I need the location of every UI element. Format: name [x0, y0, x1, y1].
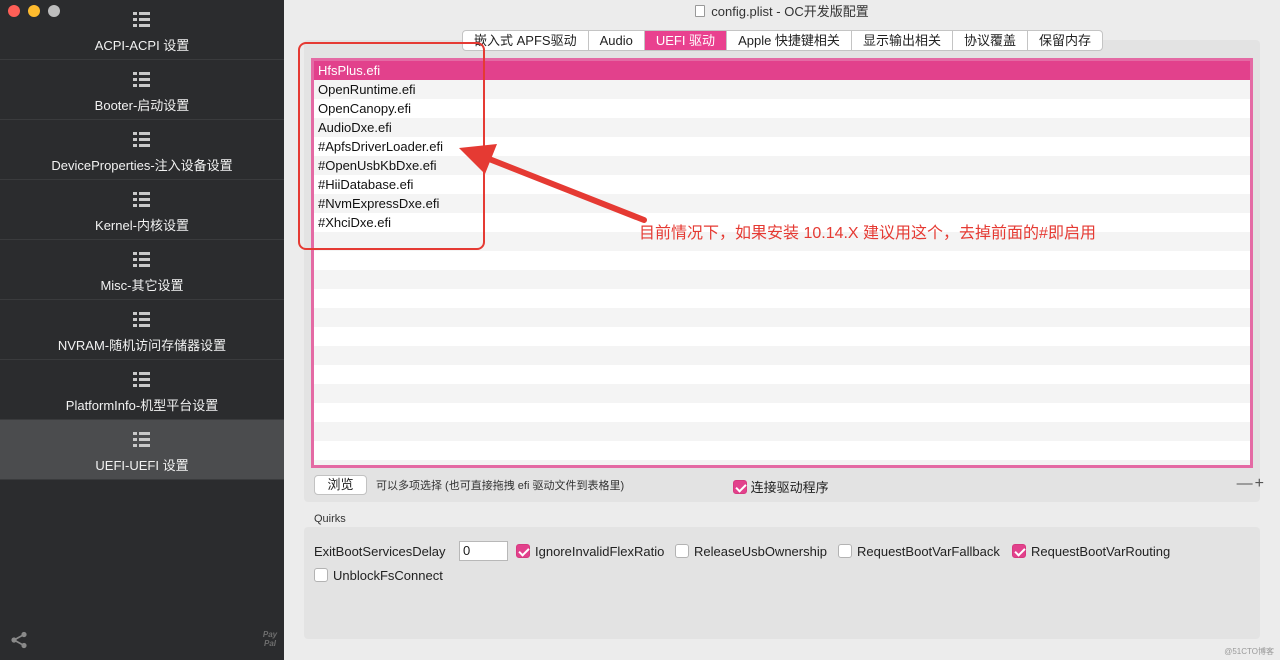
sidebar-item-label: Misc-其它设置	[100, 278, 184, 293]
tab-uefi-drivers[interactable]: UEFI 驱动	[644, 31, 728, 50]
browse-button[interactable]: 浏览	[314, 475, 367, 495]
request-boot-var-fallback-checkbox[interactable]: RequestBootVarFallback	[838, 544, 1000, 559]
checkbox-checked[interactable]	[733, 480, 747, 494]
sidebar-item-label: NVRAM-随机访问存储器设置	[57, 338, 227, 353]
table-row-empty[interactable]	[314, 308, 1250, 327]
table-row-empty[interactable]	[314, 384, 1250, 403]
sidebar-item-label: PlatformInfo-机型平台设置	[65, 398, 219, 413]
checkbox-unchecked[interactable]	[838, 544, 852, 558]
sidebar-item-label: DeviceProperties-注入设备设置	[51, 158, 233, 173]
exit-boot-services-delay-input[interactable]: 0	[459, 541, 508, 561]
table-row-empty[interactable]	[314, 251, 1250, 270]
table-row-empty[interactable]	[314, 403, 1250, 422]
sidebar-item-kernel[interactable]: Kernel-内核设置	[0, 180, 284, 240]
paypal-icon[interactable]: Pay Pal	[256, 630, 284, 648]
sidebar-item-label: UEFI-UEFI 设置	[95, 458, 189, 473]
list-icon	[133, 132, 150, 147]
tab-protocol-overrides[interactable]: 协议覆盖	[953, 31, 1028, 50]
list-icon	[133, 72, 150, 87]
table-row-empty[interactable]	[314, 270, 1250, 289]
sidebar-item-booter[interactable]: Booter-启动设置	[0, 60, 284, 120]
unblock-fs-connect-checkbox[interactable]: UnblockFsConnect	[314, 568, 443, 583]
window-titlebar: config.plist - OC开发版配置	[284, 0, 1280, 24]
list-icon	[133, 252, 150, 267]
annotation-text: 目前情况下，如果安装 10.14.X 建议用这个，去掉前面的#即启用	[639, 225, 1096, 242]
sidebar-item-misc[interactable]: Misc-其它设置	[0, 240, 284, 300]
checkbox-checked[interactable]	[1012, 544, 1026, 558]
table-row-empty[interactable]	[314, 460, 1250, 465]
tab-reserved-memory[interactable]: 保留内存	[1028, 31, 1102, 50]
connect-drivers-label: 连接驱动程序	[750, 480, 829, 495]
tab-bar: 嵌入式 APFS驱动 Audio UEFI 驱动 Apple 快捷键相关 显示输…	[462, 30, 1103, 51]
zoom-window-button[interactable]	[48, 5, 60, 17]
checkbox-label: RequestBootVarRouting	[1031, 544, 1171, 559]
list-icon	[133, 12, 150, 27]
list-icon	[133, 372, 150, 387]
tab-apple-hotkeys[interactable]: Apple 快捷键相关	[727, 31, 852, 50]
request-boot-var-routing-checkbox[interactable]: RequestBootVarRouting	[1012, 544, 1170, 559]
release-usb-ownership-checkbox[interactable]: ReleaseUsbOwnership	[675, 544, 827, 559]
table-row-empty[interactable]	[314, 441, 1250, 460]
checkbox-label: UnblockFsConnect	[333, 568, 443, 583]
share-icon[interactable]	[10, 631, 28, 649]
table-row-empty[interactable]	[314, 327, 1250, 346]
checkbox-label: IgnoreInvalidFlexRatio	[535, 544, 665, 559]
window-controls	[8, 5, 60, 17]
document-icon	[695, 5, 706, 17]
table-row-empty[interactable]	[314, 422, 1250, 441]
tab-display-output[interactable]: 显示输出相关	[852, 31, 953, 50]
drag-hint: 可以多项选择 (也可直接拖拽 efi 驱动文件到表格里)	[376, 480, 625, 492]
sidebar-item-deviceproperties[interactable]: DeviceProperties-注入设备设置	[0, 120, 284, 180]
add-remove-buttons[interactable]: —+	[1237, 475, 1266, 493]
ignore-invalid-flex-ratio-checkbox[interactable]: IgnoreInvalidFlexRatio	[516, 544, 664, 559]
sidebar-item-label: ACPI-ACPI 设置	[94, 38, 190, 53]
connect-drivers-checkbox[interactable]: 连接驱动程序	[733, 477, 829, 496]
watermark: @51CTO博客	[1224, 647, 1274, 656]
sidebar: ACPI-ACPI 设置 Booter-启动设置 DevicePropertie…	[0, 0, 284, 660]
main-area: config.plist - OC开发版配置 嵌入式 APFS驱动 Audio …	[284, 0, 1280, 660]
list-icon	[133, 192, 150, 207]
exit-boot-services-delay-label: ExitBootServicesDelay	[314, 544, 446, 559]
sidebar-item-label: Kernel-内核设置	[95, 218, 189, 233]
sidebar-item-label: Booter-启动设置	[94, 98, 190, 113]
table-row-empty[interactable]	[314, 289, 1250, 308]
checkbox-unchecked[interactable]	[675, 544, 689, 558]
list-icon	[133, 312, 150, 327]
checkbox-checked[interactable]	[516, 544, 530, 558]
minimize-window-button[interactable]	[28, 5, 40, 17]
annotation-arrow-icon	[459, 144, 647, 223]
sidebar-item-uefi[interactable]: UEFI-UEFI 设置	[0, 420, 284, 480]
quirks-title: Quirks	[314, 513, 346, 525]
table-row-empty[interactable]	[314, 346, 1250, 365]
sidebar-item-platforminfo[interactable]: PlatformInfo-机型平台设置	[0, 360, 284, 420]
tab-audio[interactable]: Audio	[589, 31, 645, 50]
window-title: config.plist - OC开发版配置	[711, 4, 869, 19]
sidebar-item-nvram[interactable]: NVRAM-随机访问存储器设置	[0, 300, 284, 360]
checkbox-unchecked[interactable]	[314, 568, 328, 582]
checkbox-label: ReleaseUsbOwnership	[694, 544, 827, 559]
list-icon	[133, 432, 150, 447]
close-window-button[interactable]	[8, 5, 20, 17]
table-row-empty[interactable]	[314, 365, 1250, 384]
checkbox-label: RequestBootVarFallback	[857, 544, 1000, 559]
